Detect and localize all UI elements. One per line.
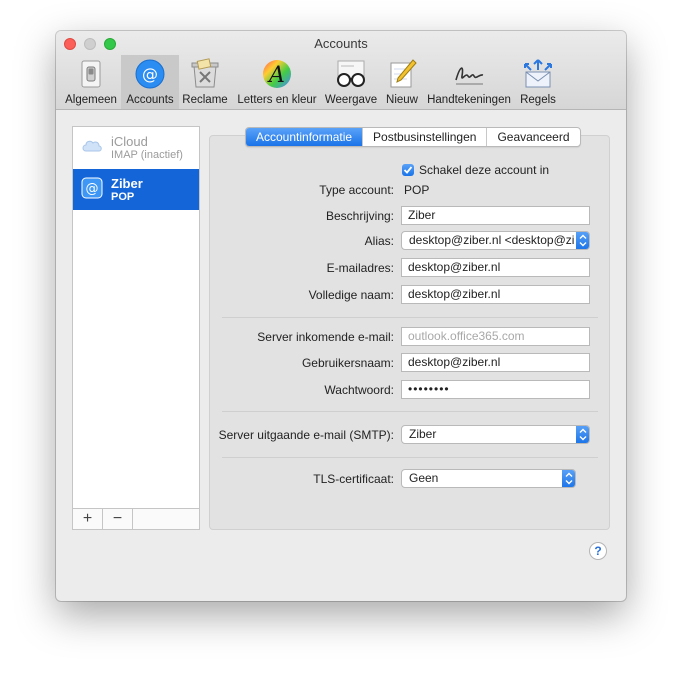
enable-account-checkbox[interactable] bbox=[402, 164, 414, 176]
signature-icon bbox=[452, 58, 486, 90]
tls-select[interactable]: Geen bbox=[401, 469, 576, 488]
svg-text:@: @ bbox=[86, 182, 99, 197]
smtp-label: Server uitgaande e-mail (SMTP): bbox=[218, 428, 394, 442]
tls-label: TLS-certificaat: bbox=[313, 472, 394, 486]
password-label: Wachtwoord: bbox=[324, 383, 394, 397]
type-label: Type account: bbox=[319, 183, 394, 197]
svg-text:@: @ bbox=[142, 65, 158, 84]
smtp-value: Ziber bbox=[409, 427, 437, 441]
at-sign-icon: @ bbox=[81, 177, 103, 199]
toolbar-label: Accounts bbox=[126, 94, 174, 106]
add-account-button[interactable]: + bbox=[73, 509, 103, 529]
account-item-icloud[interactable]: iCloud IMAP (inactief) bbox=[73, 127, 199, 168]
glasses-icon bbox=[334, 58, 368, 90]
toolbar-viewing[interactable]: Weergave bbox=[323, 55, 379, 109]
username-label: Gebruikersnaam: bbox=[301, 356, 394, 370]
toolbar-composing[interactable]: Nieuw bbox=[380, 55, 424, 109]
toolbar-junk[interactable]: Reclame bbox=[180, 55, 230, 109]
username-field[interactable]: desktop@ziber.nl bbox=[401, 353, 590, 372]
chevron-updown-icon bbox=[576, 232, 589, 249]
alias-value: desktop@ziber.nl <desktop@zi bbox=[409, 233, 575, 247]
toolbar-label: Algemeen bbox=[65, 94, 117, 106]
account-name: iCloud bbox=[111, 134, 148, 149]
toolbar-general[interactable]: Algemeen bbox=[62, 55, 120, 109]
settings-tabs: Accountinformatie Postbusinstellingen Ge… bbox=[245, 127, 581, 147]
window-title: Accounts bbox=[314, 36, 368, 51]
chevron-updown-icon bbox=[562, 470, 575, 487]
cloud-icon bbox=[81, 135, 103, 157]
tab-account-information[interactable]: Accountinformatie bbox=[246, 128, 364, 146]
email-label: E-mailadres: bbox=[326, 261, 394, 275]
help-button[interactable]: ? bbox=[589, 542, 607, 560]
alias-label: Alias: bbox=[364, 234, 394, 248]
password-field[interactable]: •••••••• bbox=[401, 380, 590, 399]
divider bbox=[222, 317, 598, 318]
account-type: IMAP (inactief) bbox=[111, 149, 183, 161]
toolbar-label: Handtekeningen bbox=[427, 94, 511, 106]
description-label: Beschrijving: bbox=[325, 209, 394, 223]
tls-value: Geen bbox=[409, 471, 439, 485]
toolbar-label: Letters en kleur bbox=[237, 94, 317, 106]
enable-account-label: Schakel deze account in bbox=[419, 163, 550, 177]
general-switch-icon bbox=[74, 58, 108, 90]
toolbar-label: Weergave bbox=[324, 94, 378, 106]
toolbar-label: Nieuw bbox=[386, 94, 418, 106]
type-value: POP bbox=[404, 183, 430, 197]
account-list-controls: + − bbox=[73, 508, 199, 529]
account-name: Ziber bbox=[111, 176, 143, 191]
account-item-ziber[interactable]: @ Ziber POP bbox=[73, 169, 199, 210]
tab-mailbox-behaviors[interactable]: Postbusinstellingen bbox=[363, 128, 488, 146]
remove-account-button[interactable]: − bbox=[103, 509, 133, 529]
toolbar-label: Regels bbox=[520, 94, 556, 106]
junk-mail-icon bbox=[188, 58, 222, 90]
incoming-server-field[interactable]: outlook.office365.com bbox=[401, 327, 590, 346]
toolbar-accounts[interactable]: @ Accounts bbox=[121, 55, 179, 109]
toolbar-rules[interactable]: Regels bbox=[514, 55, 562, 109]
toolbar-signatures[interactable]: Handtekeningen bbox=[425, 55, 513, 109]
chevron-updown-icon bbox=[576, 426, 589, 443]
divider bbox=[222, 457, 598, 458]
full-name-label: Volledige naam: bbox=[308, 288, 394, 302]
description-field[interactable]: Ziber bbox=[401, 206, 590, 225]
toolbar-fonts-colors[interactable]: A Letters en kleur bbox=[232, 55, 322, 109]
account-list: iCloud IMAP (inactief) @ Ziber POP + − bbox=[72, 126, 200, 530]
svg-text:A: A bbox=[267, 63, 285, 88]
email-field[interactable]: desktop@ziber.nl bbox=[401, 258, 590, 277]
divider bbox=[222, 411, 598, 412]
rules-envelope-icon bbox=[521, 58, 555, 90]
toolbar-label: Reclame bbox=[182, 94, 228, 106]
fonts-colors-icon: A bbox=[260, 58, 294, 90]
tab-advanced[interactable]: Geavanceerd bbox=[487, 128, 579, 146]
at-sign-icon: @ bbox=[133, 58, 167, 90]
titlebar: Accounts Algemeen @ Accounts Reclame A L… bbox=[56, 31, 626, 110]
checkmark-icon bbox=[403, 166, 413, 174]
incoming-server-label: Server inkomende e-mail: bbox=[257, 330, 394, 344]
full-name-field[interactable]: desktop@ziber.nl bbox=[401, 285, 590, 304]
accounts-preferences-window: Accounts Algemeen @ Accounts Reclame A L… bbox=[56, 31, 626, 601]
account-type: POP bbox=[111, 191, 135, 203]
smtp-select[interactable]: Ziber bbox=[401, 425, 590, 444]
pencil-notepad-icon bbox=[385, 58, 419, 90]
alias-select[interactable]: desktop@ziber.nl <desktop@zi bbox=[401, 231, 590, 250]
